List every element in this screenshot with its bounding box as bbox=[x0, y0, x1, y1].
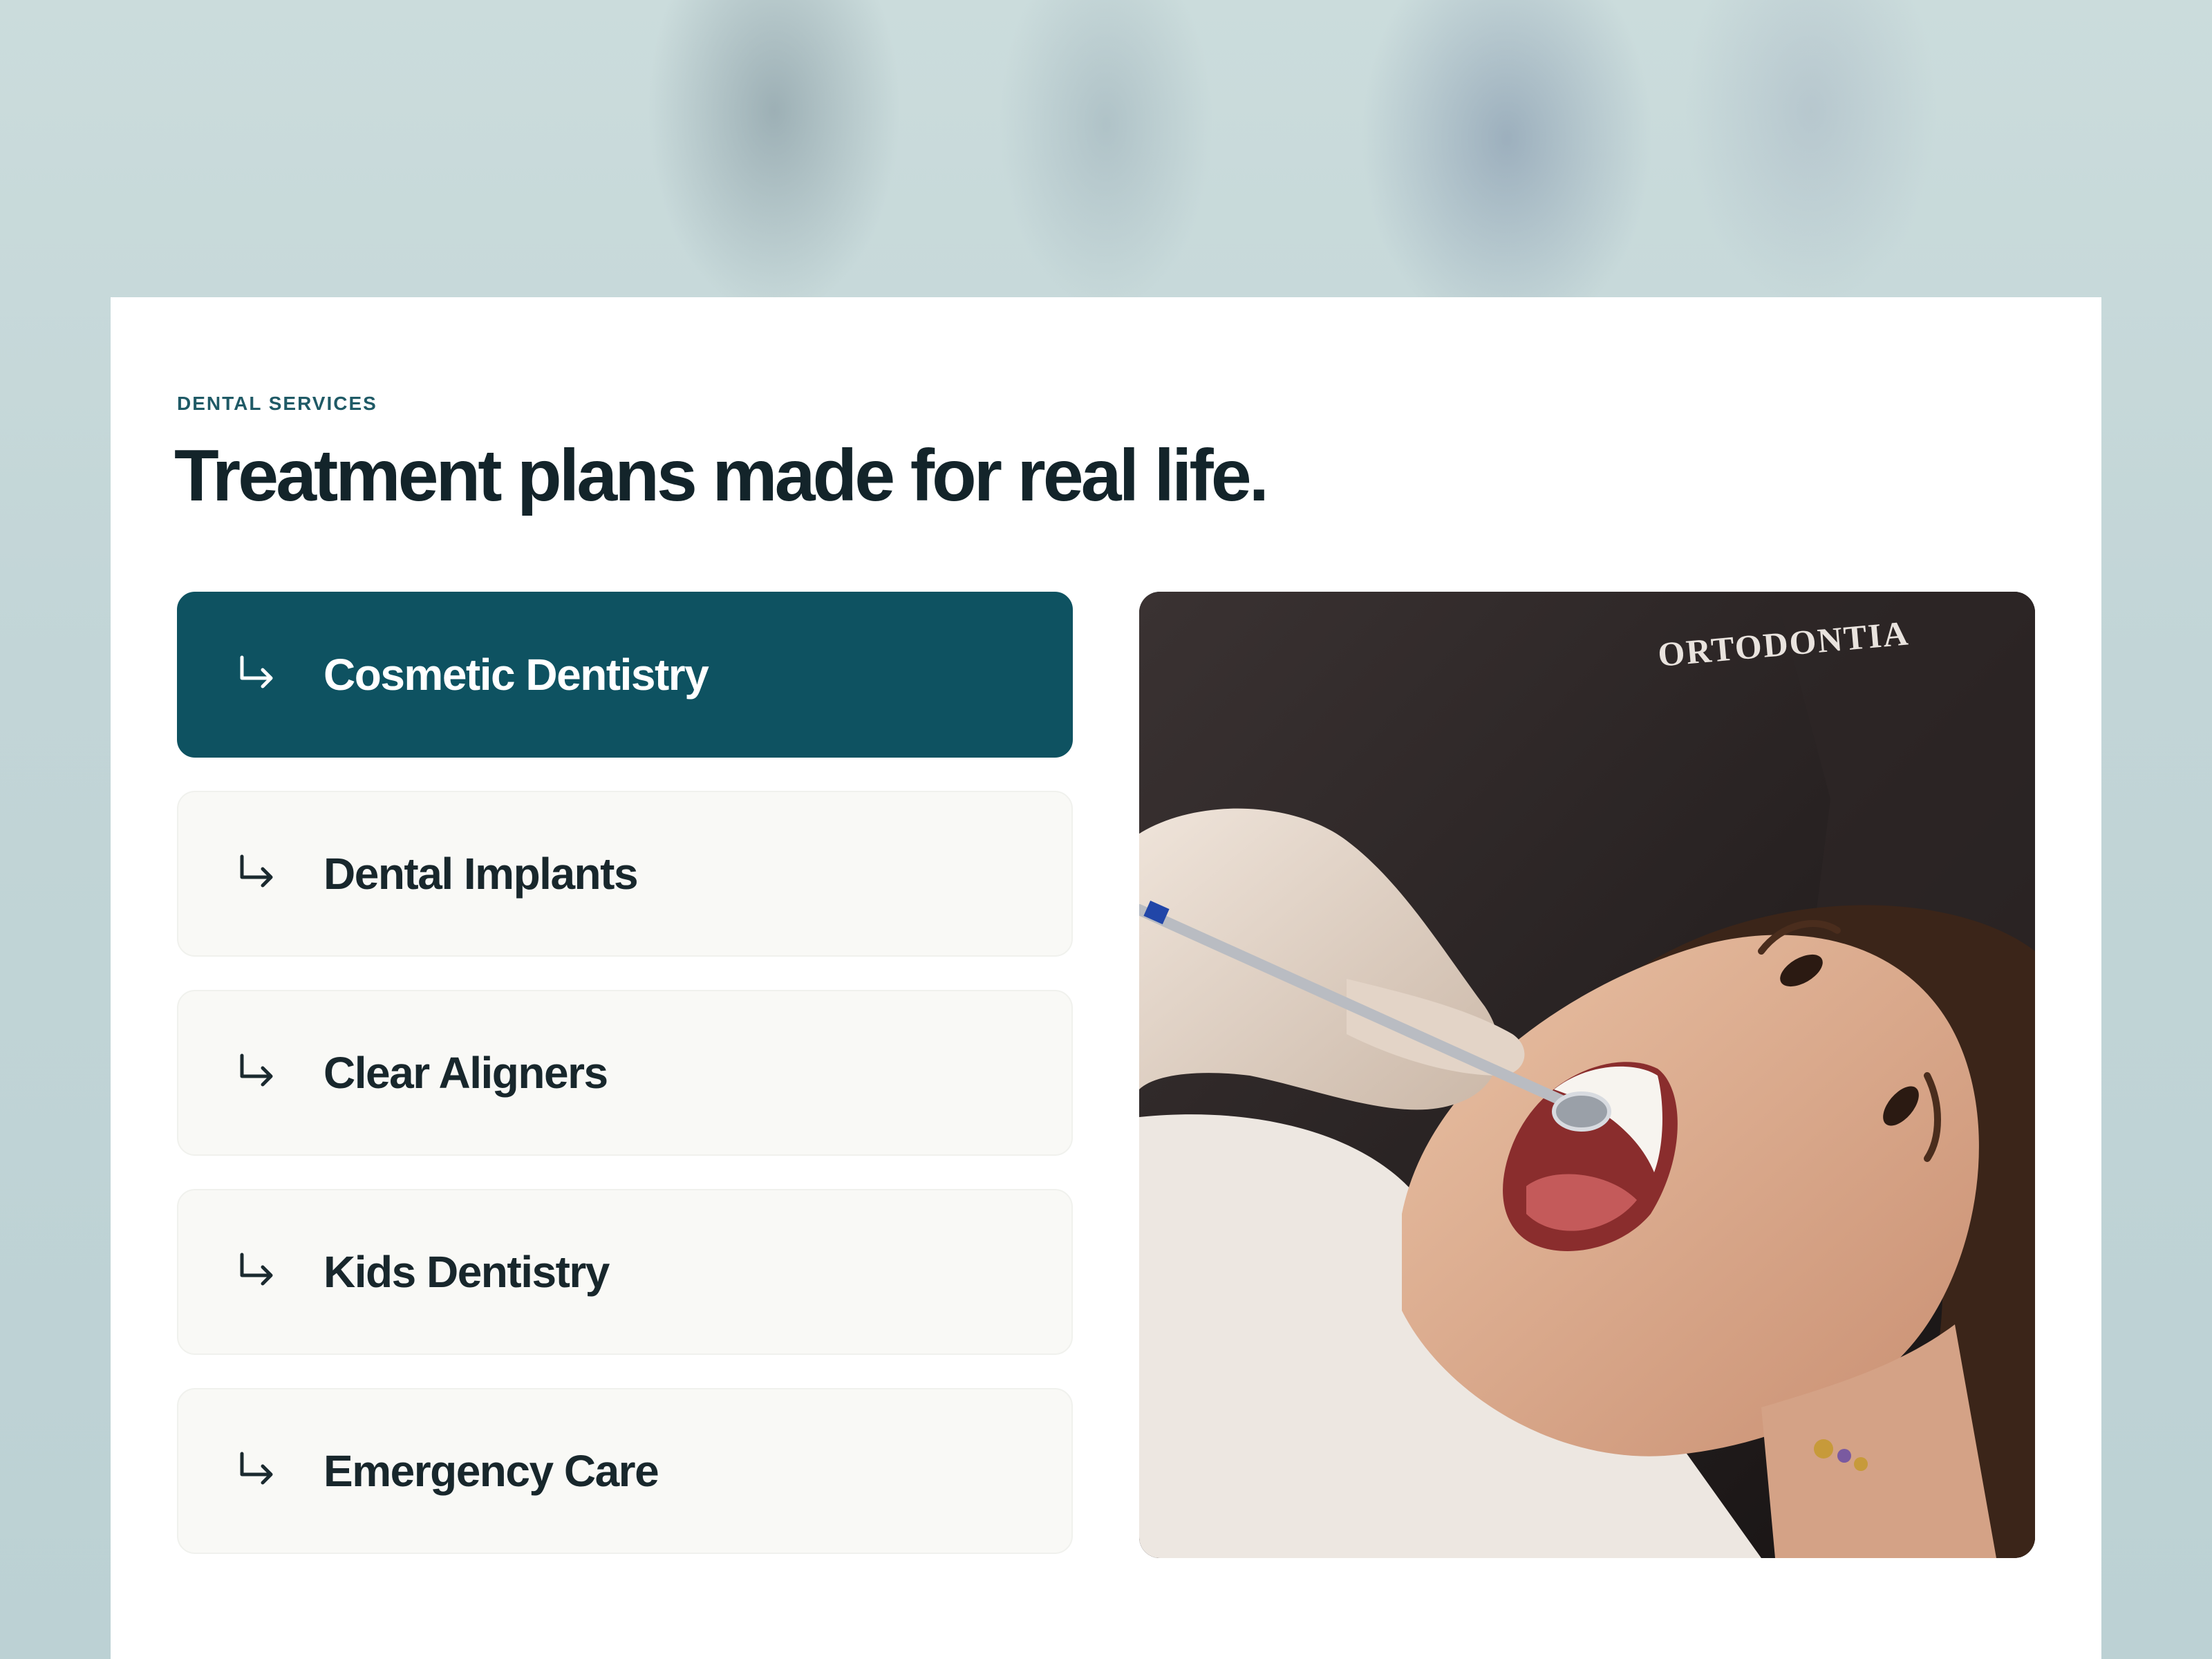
services-list: Cosmetic Dentistry Dental Implants Clear… bbox=[177, 592, 1073, 1587]
service-item-dental-implants[interactable]: Dental Implants bbox=[177, 791, 1073, 957]
photo-illustration: ORTODONTIA bbox=[1139, 592, 2035, 1558]
arrow-return-right-icon bbox=[240, 854, 273, 888]
arrow-return-right-icon bbox=[240, 1253, 273, 1286]
arrow-return-right-icon bbox=[240, 1452, 273, 1485]
service-label: Clear Aligners bbox=[324, 1048, 608, 1098]
section-title: Treatment plans made for real life. bbox=[174, 435, 1269, 516]
service-item-kids-dentistry[interactable]: Kids Dentistry bbox=[177, 1189, 1073, 1355]
arrow-return-right-icon bbox=[240, 655, 273, 688]
service-label: Emergency Care bbox=[324, 1446, 659, 1496]
service-label: Kids Dentistry bbox=[324, 1247, 610, 1297]
dental-treatment-photo: ORTODONTIA bbox=[1139, 592, 2035, 1558]
dental-mirror-head bbox=[1552, 1091, 1611, 1132]
patient-earring bbox=[1837, 1449, 1851, 1463]
patient-earring bbox=[1814, 1439, 1833, 1459]
service-label: Dental Implants bbox=[324, 849, 639, 899]
arrow-return-right-icon bbox=[240, 1053, 273, 1087]
services-section-card: DENTAL SERVICES Treatment plans made for… bbox=[111, 297, 2101, 1659]
service-label: Cosmetic Dentistry bbox=[324, 650, 709, 700]
patient-earring bbox=[1854, 1457, 1868, 1471]
service-item-clear-aligners[interactable]: Clear Aligners bbox=[177, 990, 1073, 1156]
service-item-emergency-care[interactable]: Emergency Care bbox=[177, 1388, 1073, 1554]
service-item-cosmetic-dentistry[interactable]: Cosmetic Dentistry bbox=[177, 592, 1073, 758]
section-eyebrow: DENTAL SERVICES bbox=[177, 393, 377, 414]
